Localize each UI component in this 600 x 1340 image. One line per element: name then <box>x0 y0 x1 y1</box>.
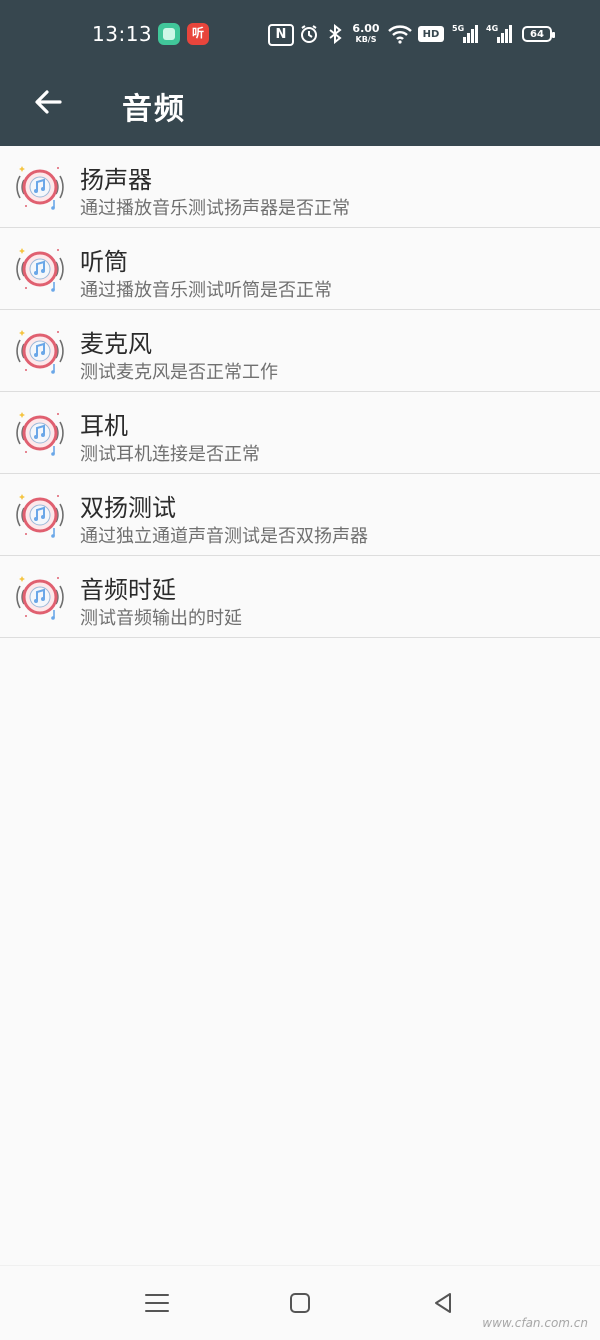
app-bar: 13:13 听 N 6.00 KB/S HD 5G 4G 64 音频 <box>0 0 600 146</box>
status-time: 13:13 <box>92 22 153 46</box>
item-label: 音频时延 <box>80 576 176 604</box>
audio-test-icon <box>16 494 64 538</box>
item-description: 测试音频输出的时延 <box>80 608 242 629</box>
item-label: 耳机 <box>80 412 128 440</box>
triangle-back-icon <box>435 1293 451 1313</box>
list-item-earpiece[interactable]: 听筒 通过播放音乐测试听筒是否正常 <box>0 228 600 310</box>
nfc-icon: N <box>268 24 294 46</box>
item-label: 双扬测试 <box>80 494 176 522</box>
status-bar: 13:13 听 N 6.00 KB/S HD 5G 4G 64 <box>0 0 600 68</box>
system-nav-bar: www.cfan.com.cn <box>0 1265 600 1340</box>
bluetooth-icon <box>326 20 344 48</box>
item-label: 听筒 <box>80 248 128 276</box>
recent-apps-button[interactable] <box>140 1286 174 1320</box>
list-item-audio-latency[interactable]: 音频时延 测试音频输出的时延 <box>0 556 600 638</box>
list-item-dual-speaker[interactable]: 双扬测试 通过独立通道声音测试是否双扬声器 <box>0 474 600 556</box>
notification-listen-app-icon: 听 <box>187 23 209 45</box>
alarm-icon <box>298 20 320 48</box>
audio-test-icon <box>16 166 64 210</box>
audio-test-icon <box>16 248 64 292</box>
item-description: 通过播放音乐测试扬声器是否正常 <box>80 198 350 219</box>
item-label: 麦克风 <box>80 330 152 358</box>
audio-test-icon <box>16 576 64 620</box>
audio-test-list: 扬声器 通过播放音乐测试扬声器是否正常 听筒 通过播放音乐测试听筒是否正常 麦克… <box>0 146 600 638</box>
audio-test-icon <box>16 412 64 456</box>
square-home-icon <box>290 1293 310 1313</box>
signal-5g-icon: 5G <box>452 20 480 48</box>
notification-app-icon <box>158 23 180 45</box>
svg-text:5G: 5G <box>452 24 464 33</box>
audio-test-icon <box>16 330 64 374</box>
battery-icon: 64 <box>522 26 555 42</box>
network-speed-value: 6.00 <box>352 22 380 35</box>
list-item-headphones[interactable]: 耳机 测试耳机连接是否正常 <box>0 392 600 474</box>
list-item-microphone[interactable]: 麦克风 测试麦克风是否正常工作 <box>0 310 600 392</box>
item-description: 通过播放音乐测试听筒是否正常 <box>80 280 332 301</box>
list-item-speaker[interactable]: 扬声器 通过播放音乐测试扬声器是否正常 <box>0 146 600 228</box>
page-title: 音频 <box>122 92 186 127</box>
menu-icon <box>145 1294 169 1312</box>
item-description: 测试麦克风是否正常工作 <box>80 362 278 383</box>
home-button[interactable] <box>283 1286 317 1320</box>
back-button[interactable] <box>28 82 68 122</box>
network-speed: 6.00 KB/S <box>350 20 382 48</box>
item-description: 通过独立通道声音测试是否双扬声器 <box>80 526 368 547</box>
network-speed-unit: KB/S <box>355 35 377 44</box>
wifi-icon <box>386 20 414 48</box>
item-label: 扬声器 <box>80 166 152 194</box>
signal-4g-icon: 4G <box>486 20 514 48</box>
watermark: www.cfan.com.cn <box>482 1316 588 1330</box>
hd-voice-badge: HD <box>418 26 444 42</box>
svg-text:4G: 4G <box>486 24 498 33</box>
arrow-left-icon <box>35 90 62 114</box>
nav-back-button[interactable] <box>426 1286 460 1320</box>
item-description: 测试耳机连接是否正常 <box>80 444 260 465</box>
